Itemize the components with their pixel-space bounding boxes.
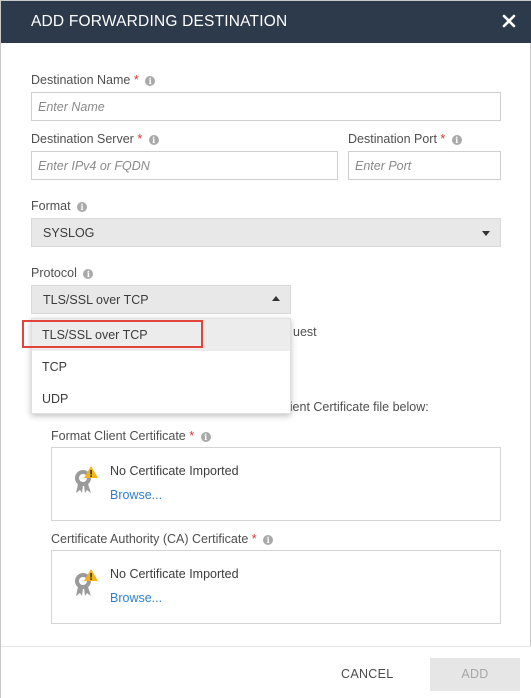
format-select[interactable]: SYSLOG bbox=[31, 218, 501, 247]
client-certificate-status: No Certificate Imported bbox=[110, 464, 239, 478]
client-certificate-box: No Certificate Imported Browse... bbox=[51, 447, 501, 521]
certificate-warning-icon bbox=[75, 466, 98, 493]
info-icon[interactable]: i bbox=[83, 269, 94, 279]
protocol-dropdown-menu: TLS/SSL over TCP TCP UDP bbox=[31, 318, 291, 414]
client-certificate-label: Format Client Certificate * i bbox=[51, 429, 211, 443]
destination-server-input[interactable] bbox=[31, 151, 338, 180]
destination-name-label: Destination Name * i bbox=[31, 73, 156, 87]
required-marker: * bbox=[133, 73, 139, 87]
destination-server-label: Destination Server * i bbox=[31, 132, 159, 146]
info-icon[interactable]: i bbox=[451, 135, 462, 145]
close-icon[interactable] bbox=[500, 12, 518, 30]
certificate-warning-icon bbox=[75, 569, 98, 596]
info-icon[interactable]: i bbox=[263, 535, 274, 545]
protocol-select-value: TLS/SSL over TCP bbox=[43, 293, 149, 307]
destination-port-input[interactable] bbox=[348, 151, 501, 180]
ca-certificate-label: Certificate Authority (CA) Certificate *… bbox=[51, 532, 274, 546]
chevron-up-icon bbox=[272, 296, 280, 301]
partial-hidden-text: uest bbox=[293, 325, 317, 339]
protocol-option-tcp[interactable]: TCP bbox=[32, 351, 290, 383]
required-marker: * bbox=[189, 429, 195, 443]
dialog-title: ADD FORWARDING DESTINATION bbox=[31, 13, 288, 30]
required-marker: * bbox=[251, 532, 257, 546]
dialog-footer: CANCEL ADD bbox=[1, 646, 531, 698]
ca-certificate-box: No Certificate Imported Browse... bbox=[51, 550, 501, 624]
chevron-down-icon bbox=[482, 231, 490, 236]
info-icon[interactable]: i bbox=[145, 76, 156, 86]
info-icon[interactable]: i bbox=[77, 202, 88, 212]
protocol-select[interactable]: TLS/SSL over TCP bbox=[31, 285, 291, 314]
dialog-header: ADD FORWARDING DESTINATION bbox=[1, 1, 531, 43]
required-marker: * bbox=[440, 132, 446, 146]
protocol-option-tls[interactable]: TLS/SSL over TCP bbox=[32, 319, 290, 351]
cancel-button[interactable]: CANCEL bbox=[341, 667, 394, 681]
ca-certificate-status: No Certificate Imported bbox=[110, 567, 239, 581]
format-label: Format i bbox=[31, 199, 88, 213]
destination-name-input[interactable] bbox=[31, 92, 501, 121]
ca-certificate-browse-link[interactable]: Browse... bbox=[110, 591, 162, 605]
client-certificate-browse-link[interactable]: Browse... bbox=[110, 488, 162, 502]
partial-hidden-text: lient Certificate file below: bbox=[287, 400, 429, 414]
protocol-option-udp[interactable]: UDP bbox=[32, 383, 290, 415]
format-select-value: SYSLOG bbox=[43, 226, 95, 240]
destination-port-label: Destination Port * i bbox=[348, 132, 462, 146]
info-icon[interactable]: i bbox=[200, 432, 211, 442]
info-icon[interactable]: i bbox=[148, 135, 159, 145]
add-forwarding-destination-dialog: ADD FORWARDING DESTINATION Destination N… bbox=[0, 0, 531, 698]
protocol-label: Protocol i bbox=[31, 266, 94, 280]
required-marker: * bbox=[137, 132, 143, 146]
add-button[interactable]: ADD bbox=[430, 658, 520, 691]
